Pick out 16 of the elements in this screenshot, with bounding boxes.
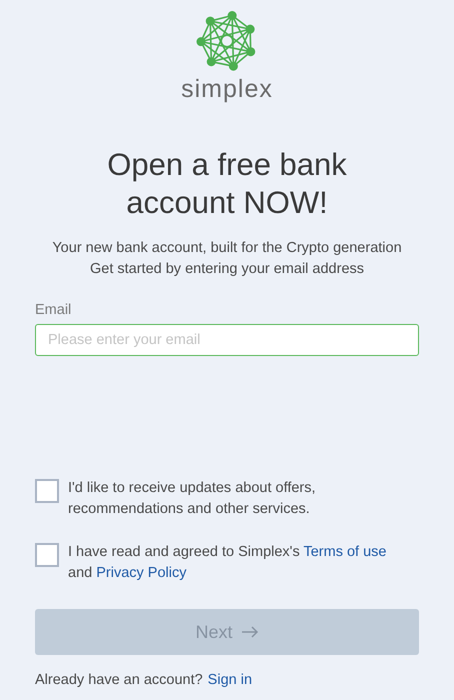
policy-link[interactable]: Privacy Policy	[96, 565, 186, 581]
subtitle-text: Get started by entering your email address	[90, 260, 364, 279]
consent-text: I have read and agreed to Simplex's Terms of use and Privacy Policy	[68, 543, 388, 583]
policy-link[interactable]: Terms of use	[303, 544, 386, 560]
network-logo-icon	[196, 10, 258, 72]
sign-in-link[interactable]: Sign in	[208, 670, 252, 691]
brand-name: simplex	[181, 74, 273, 104]
email-label: Email	[35, 301, 72, 320]
arrow-right-icon	[240, 626, 258, 638]
subtitle-text: Your new bank account, built for the Crypto generation	[52, 239, 402, 258]
checkbox[interactable]	[35, 479, 59, 503]
page-heading: Open a free bank account NOW!	[106, 146, 348, 222]
consent-text: I'd like to receive updates about offers, recommendations and other services.	[68, 479, 317, 519]
footer-text: Already have an account?	[35, 671, 203, 690]
checkbox[interactable]	[35, 543, 59, 567]
email-field[interactable]: Please enter your email	[35, 324, 419, 356]
